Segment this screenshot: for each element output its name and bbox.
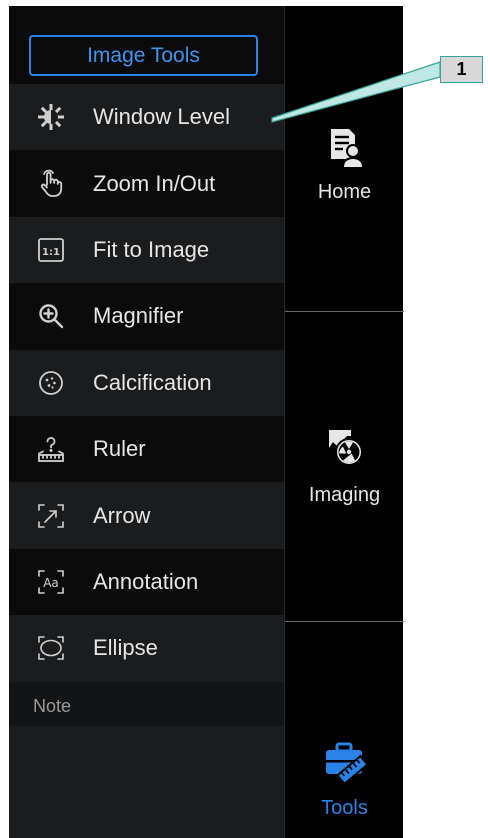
ruler-icon xyxy=(9,434,93,464)
tool-fit-to-image[interactable]: 1:1 Fit to Image xyxy=(9,216,284,284)
home-icon xyxy=(323,125,367,175)
tool-label: Arrow xyxy=(93,502,151,528)
hand-pointer-icon xyxy=(9,169,93,199)
tool-window-level[interactable]: Window Level xyxy=(9,84,284,151)
tool-zoom-in-out[interactable]: Zoom In/Out xyxy=(9,150,284,217)
note-label: Note xyxy=(33,696,72,716)
tool-label: Annotation xyxy=(93,568,199,594)
tool-ellipse[interactable]: Ellipse xyxy=(9,615,284,682)
note-input[interactable] xyxy=(9,726,284,838)
side-navigation: Home Imaging Tools xyxy=(284,6,404,838)
nav-imaging-label: Imaging xyxy=(308,484,381,506)
nav-tools-label: Tools xyxy=(321,796,368,819)
tools-panel: Image Tools Window Level Zoom In/Out 1:1… xyxy=(9,6,284,838)
annotation-icon: Aa xyxy=(9,567,93,597)
tool-label: Fit to Image xyxy=(93,236,210,262)
callout-number-badge: 1 xyxy=(440,56,483,83)
nav-home-label: Home xyxy=(317,181,372,203)
svg-text:Aa: Aa xyxy=(43,576,59,590)
svg-text:1:1: 1:1 xyxy=(42,247,60,258)
panel-header: Image Tools xyxy=(9,6,284,84)
image-tools-button[interactable]: Image Tools xyxy=(29,35,258,76)
tool-ruler[interactable]: Ruler xyxy=(9,415,284,483)
tool-arrow[interactable]: Arrow xyxy=(9,482,284,549)
arrow-icon xyxy=(9,501,93,531)
brightness-gear-icon xyxy=(9,102,93,132)
tool-label: Ruler xyxy=(93,436,146,462)
tool-annotation[interactable]: Aa Annotation xyxy=(9,548,284,616)
ellipse-icon xyxy=(9,633,93,663)
tool-label: Magnifier xyxy=(93,303,184,329)
tool-label: Calcification xyxy=(93,369,212,395)
note-area: Note xyxy=(9,682,284,838)
tool-label: Ellipse xyxy=(93,635,158,661)
tool-label: Window Level xyxy=(93,104,230,130)
nav-home[interactable]: Home xyxy=(285,6,404,311)
image-tools-app: Image Tools Window Level Zoom In/Out 1:1… xyxy=(9,6,404,838)
nav-tools[interactable]: Tools xyxy=(285,622,404,838)
tool-magnifier[interactable]: Magnifier xyxy=(9,283,284,350)
tool-list: Window Level Zoom In/Out 1:1 Fit to Imag… xyxy=(9,84,284,682)
tool-calcification[interactable]: Calcification xyxy=(9,349,284,416)
tool-label: Zoom In/Out xyxy=(93,170,216,196)
one-to-one-icon: 1:1 xyxy=(9,235,93,265)
imaging-icon xyxy=(323,426,367,476)
calcification-icon xyxy=(9,368,93,398)
magnifier-plus-icon xyxy=(9,301,93,331)
toolbox-ruler-icon xyxy=(322,741,369,791)
nav-imaging[interactable]: Imaging xyxy=(285,312,404,621)
